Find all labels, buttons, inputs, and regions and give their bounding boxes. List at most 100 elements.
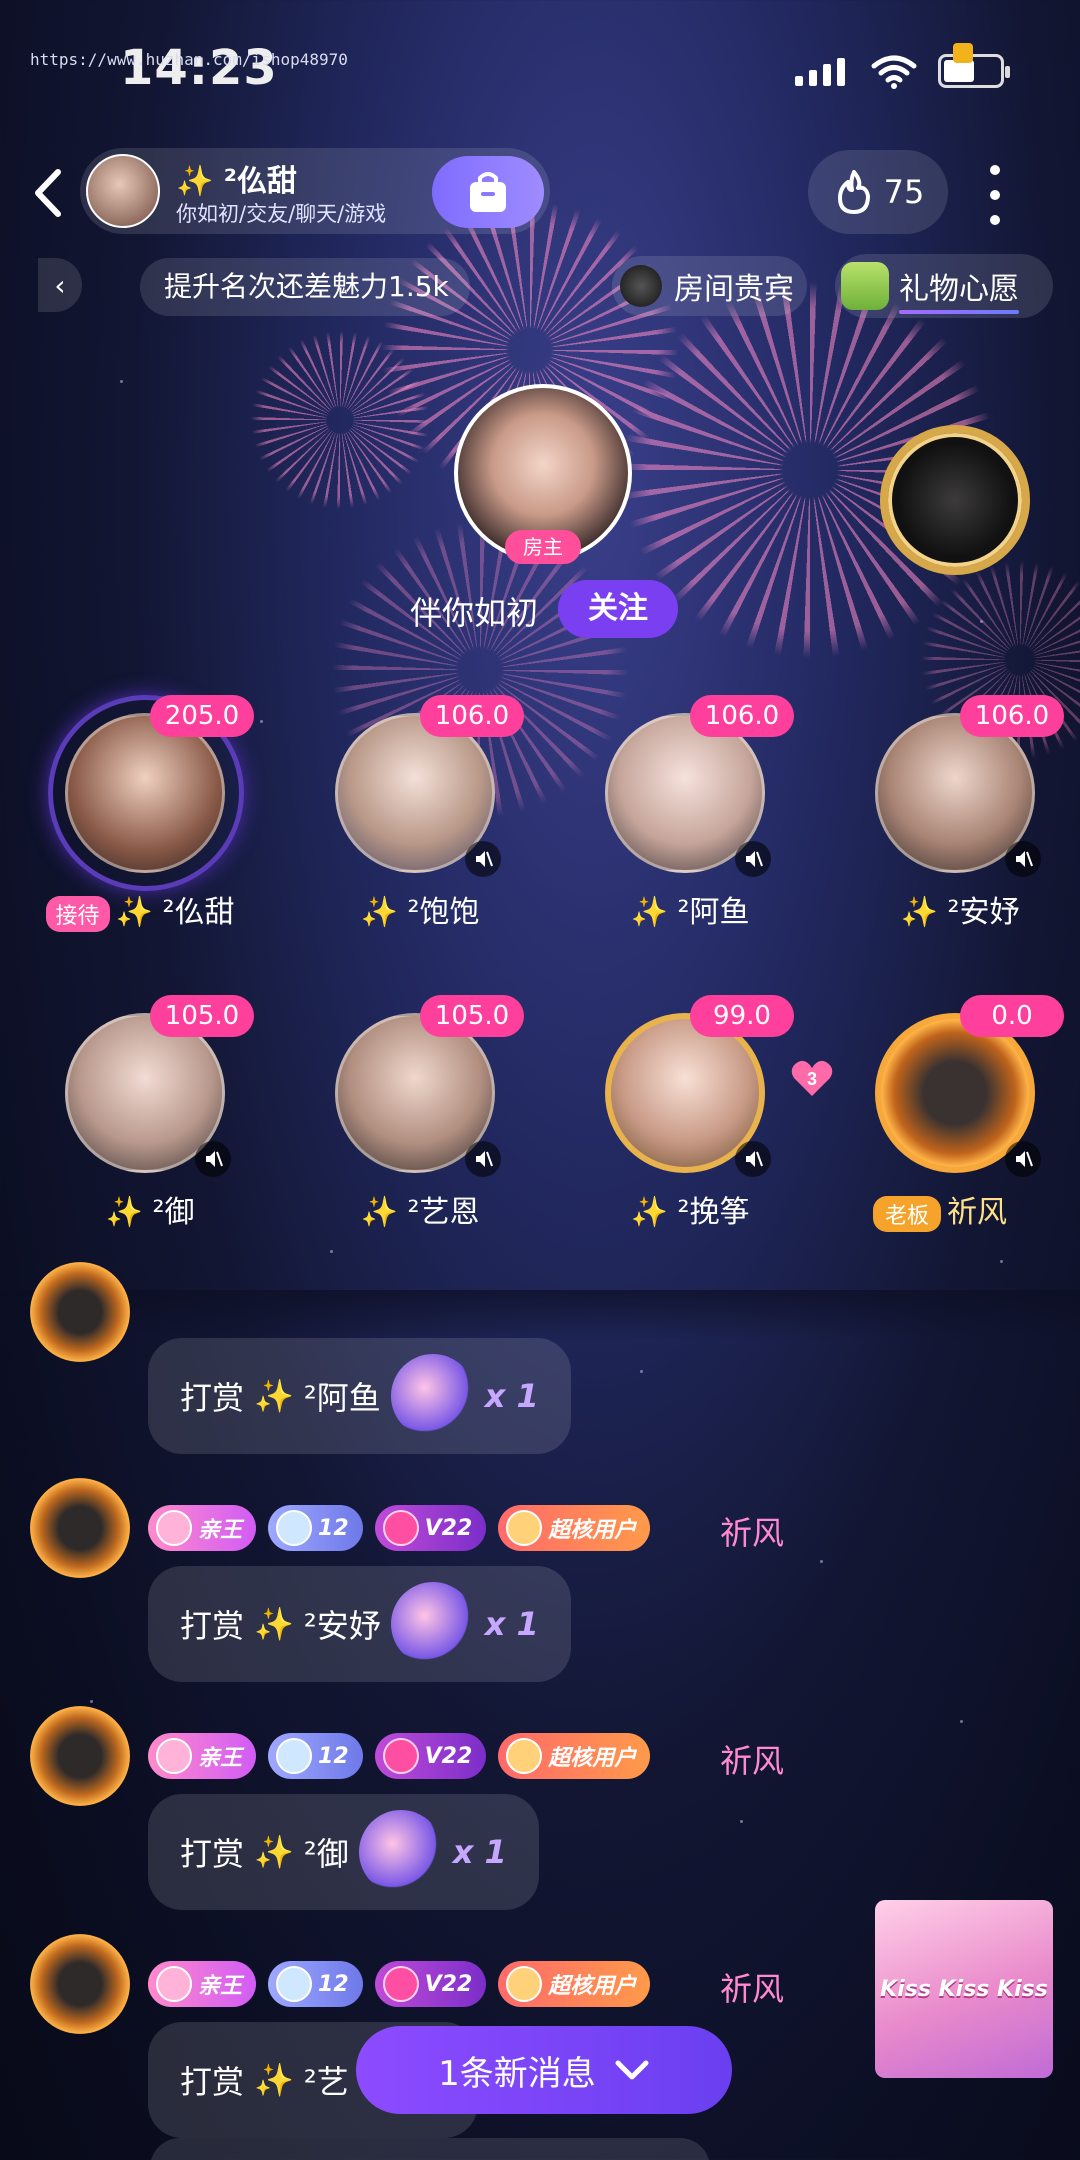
room-heat[interactable]: 75 [808,150,948,234]
flame-icon [837,170,870,214]
mic-seat[interactable]: 106.0 ✨ ²阿鱼 [570,695,794,955]
back-arrow-icon[interactable] [28,168,68,218]
vip-badge: V22 [374,1733,487,1779]
seat-score: 106.0 [420,695,524,737]
wings-icon [506,1510,543,1546]
chat-avatar[interactable] [30,1478,130,1578]
seat-name: ²御 [152,1195,195,1230]
seat-name: 祈风 [947,1195,1007,1230]
chat-bubble: 打赏 ✨ ²阿鱼 x 1 [148,1338,571,1454]
gift-wish-button[interactable]: 礼物心愿 [835,254,1053,318]
mic-muted-icon [735,1141,771,1177]
seat-name-row: 老板 祈风 [820,1187,1060,1232]
mic-muted-icon [735,841,771,877]
seat-name-row: ✨ ²阿鱼 [570,887,810,931]
shop-bag-button[interactable] [432,156,544,228]
wifi-icon [871,55,917,89]
sender-name[interactable]: 祈风 [720,1736,784,1782]
seat-name: ²仫甜 [162,895,235,930]
seat-score: 0.0 [960,995,1064,1037]
sparkle-icon: ✨ [254,1377,294,1415]
reward-word: 打赏 [180,1835,245,1873]
vip-badge: V22 [374,1961,487,2007]
sparkle-icon: ✨ [630,895,668,930]
vip-badge: V22 [374,1505,487,1551]
follow-button[interactable]: 关注 [558,580,678,638]
user-badges: 亲王 12 V22 超核用户 [148,1733,651,1779]
seat-name-row: ✨ ²挽筝 [570,1187,810,1231]
seat-name-row: 接待 ✨ ²仫甜 [20,887,260,932]
room-avatar[interactable] [86,154,160,228]
sparkle-icon: ✨ [105,1195,143,1230]
super-user-badge: 超核用户 [498,1961,651,2007]
mic-muted-icon [465,1141,501,1177]
promo-banner[interactable]: Kiss Kiss Kiss [875,1900,1053,2078]
gift-bag-icon [841,262,889,310]
mic-seat[interactable]: 0.0 老板 祈风 [840,995,1064,1255]
room-subtitle: 你如初/交友/聊天/游戏 [176,202,387,226]
reward-word: 打赏 [180,1379,245,1417]
receptionist-tag: 接待 [45,895,110,932]
mic-muted-icon [1005,1141,1041,1177]
sparkle-icon: ✨ [900,895,938,930]
sparkle-icon: ✨ [115,895,153,930]
boss-seat-avatar[interactable] [880,425,1030,575]
shopping-bag-icon [470,172,506,212]
sender-name[interactable]: 祈风 [720,1508,784,1554]
wings-icon [506,1738,543,1774]
chevron-down-icon [615,2060,649,2080]
level-icon [276,1738,313,1774]
sparkle-icon: ✨ [360,895,398,930]
king-badge: 亲王 [148,1733,257,1779]
chat-avatar[interactable] [30,1262,130,1362]
host-badge: 房主 [505,530,581,564]
gift-whale-icon [390,1354,475,1438]
room-vip-label: 房间贵宾 [674,272,794,307]
sender-name[interactable]: 祈风 [720,1964,784,2010]
crown-icon [156,1966,192,2002]
mic-seat[interactable]: 105.0 ✨ ²艺恩 [300,995,524,1255]
seat-name: ²饱饱 [407,895,480,930]
more-options-icon[interactable] [985,165,1005,225]
reward-target: ²安妤 [303,1607,381,1645]
seat-avatar[interactable] [65,713,225,873]
collapse-arrow-icon[interactable]: ‹ [38,258,82,312]
seat-name-row: ✨ ²御 [30,1187,270,1231]
mic-seat[interactable]: 106.0 ✨ ²安妤 [840,695,1064,955]
seat-name: ²艺恩 [407,1195,480,1230]
mic-muted-icon [1005,841,1041,877]
seat-name: ²阿鱼 [677,895,750,930]
sparkle-icon: ✨ [360,1195,398,1230]
mic-seat[interactable]: 205.0 接待 ✨ ²仫甜 [30,695,254,955]
king-badge: 亲王 [148,1505,257,1551]
reward-target: ²御 [303,1835,349,1873]
user-badges: 亲王 12 V22 超核用户 [148,1505,651,1551]
new-message-button[interactable]: 1条新消息 [356,2026,732,2114]
seat-score: 106.0 [960,695,1064,737]
room-vip-button[interactable]: 房间贵宾 [612,256,807,316]
seat-name-row: ✨ ²饱饱 [300,887,540,931]
host-name: 伴你如初 [410,594,539,632]
mic-muted-icon [465,841,501,877]
signal-icon [795,58,845,86]
seat-score: 105.0 [420,995,524,1037]
crown-icon [156,1738,192,1774]
mic-seat[interactable]: 106.0 ✨ ²饱饱 [300,695,524,955]
diamond-icon [382,1510,419,1546]
diamond-icon [382,1738,419,1774]
mic-muted-icon [195,1141,231,1177]
chat-bubble: 打赏 ✨ ²御 x 1 [148,1794,539,1910]
chat-avatar[interactable] [30,1934,130,2034]
wings-icon [506,1966,543,2002]
chat-input[interactable] [150,2138,710,2160]
mic-seat[interactable]: 99.0 ✨ ²挽筝 [570,995,794,1255]
chat-avatar[interactable] [30,1706,130,1806]
mic-seat[interactable]: 105.0 ✨ ²御 [30,995,254,1255]
battery-icon [938,43,1010,88]
seat-name: ²挽筝 [677,1195,750,1230]
rank-ticker[interactable]: 提升名次还差魅力1.5k [140,258,470,316]
sparkle-icon: ✨ [254,1833,294,1871]
super-user-badge: 超核用户 [498,1733,651,1779]
heart-icon: 3 [791,1060,833,1096]
level-icon [276,1966,313,2002]
